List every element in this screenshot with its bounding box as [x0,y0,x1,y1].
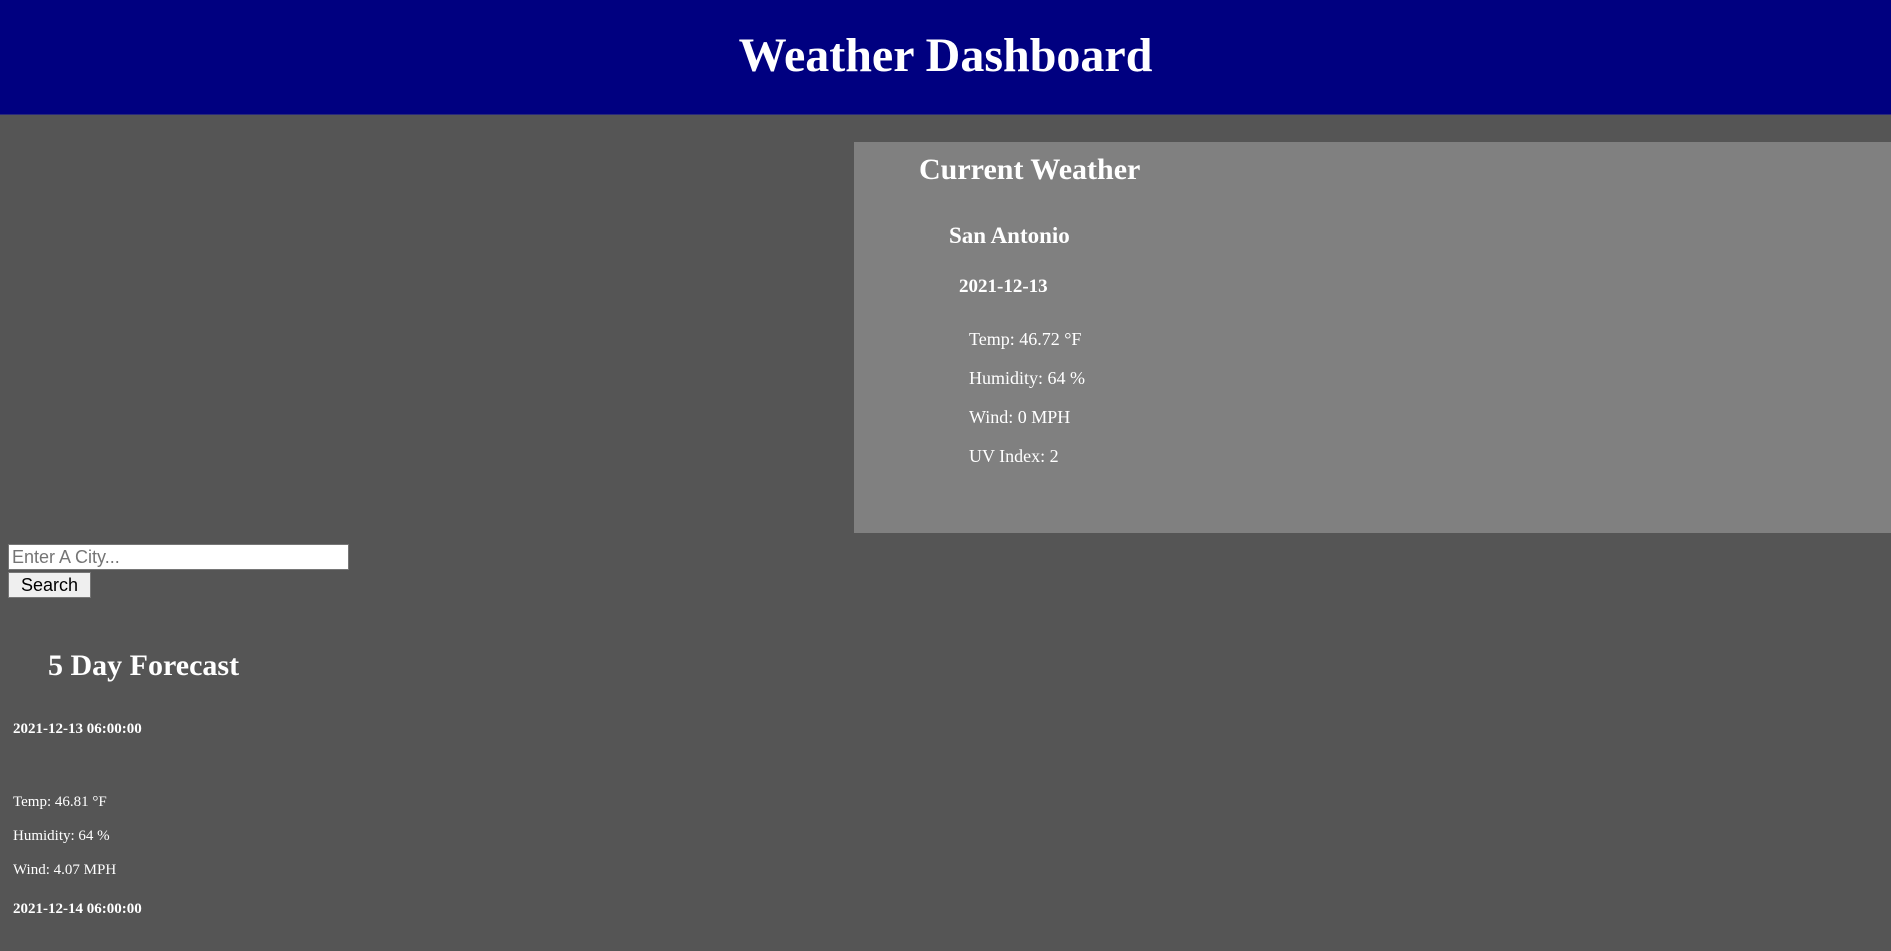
current-date: 2021-12-13 [959,276,1048,297]
current-uv-index: UV Index: 2 [969,446,1059,466]
current-humidity: Humidity: 64 % [969,368,1085,388]
page-title: Weather Dashboard [738,29,1153,82]
current-wind: Wind: 0 MPH [969,407,1071,427]
forecast-day-wind: Wind: 4.07 MPH [13,862,117,878]
forecast-day-temp: Temp: 46.81 °F [13,794,107,810]
search-button[interactable]: Search [8,572,92,598]
forecast-title: 5 Day Forecast [48,649,240,682]
current-temp: Temp: 46.72 °F [969,329,1082,349]
current-city-name: San Antonio [949,223,1070,248]
forecast-day-date: 2021-12-14 06:00:00 [13,901,142,917]
current-weather-title: Current Weather [919,153,1141,186]
app-header: Weather Dashboard [0,0,1891,115]
forecast-day-date: 2021-12-13 06:00:00 [13,721,142,737]
current-weather-panel: Current Weather San Antonio 2021-12-13 T… [854,142,1891,533]
forecast-day-humidity: Humidity: 64 % [13,828,110,844]
city-search-input[interactable] [8,544,349,570]
